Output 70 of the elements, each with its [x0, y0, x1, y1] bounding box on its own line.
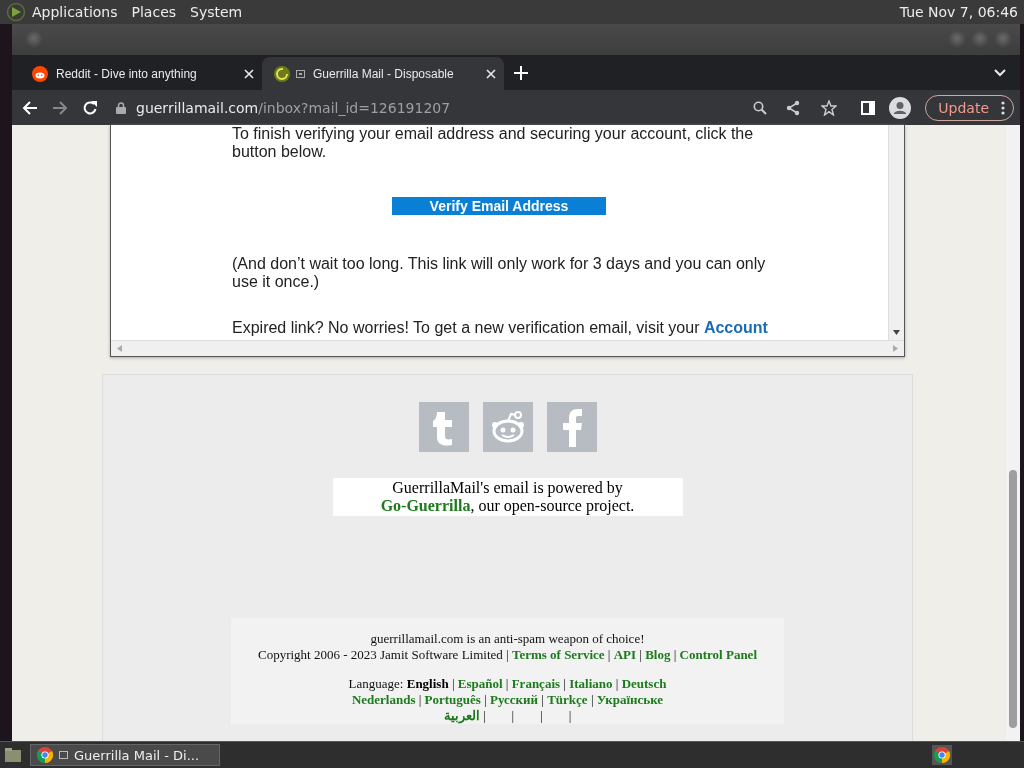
language-option[interactable]: English [406, 676, 449, 691]
email-paragraph: Expired link? No worries! To get a new verification email, visit your Account [232, 319, 769, 337]
footer-link[interactable]: API [613, 647, 637, 662]
reload-icon[interactable] [82, 99, 98, 116]
panel-menu[interactable]: Places [131, 4, 177, 20]
language-label: Language: [348, 676, 404, 691]
go-guerrilla-link[interactable]: Go-Guerrilla [380, 497, 471, 514]
close-icon[interactable] [486, 68, 496, 79]
footer-link[interactable]: Blog [645, 647, 671, 662]
scroll-down-icon[interactable] [893, 330, 900, 335]
profile-avatar-icon[interactable] [889, 96, 912, 119]
more-icon[interactable] [1001, 100, 1005, 115]
address-bar[interactable]: guerrillamail.com/inbox?mail_id=126191207 [112, 93, 848, 122]
taskbar-button[interactable]: Guerrilla Mail - Di... [30, 744, 220, 766]
email-paragraph: (And don’t wait too long. This link will only work for 3 days and you can only use it once.) [232, 255, 767, 291]
separator: | [639, 647, 642, 662]
browser-logo-icon[interactable] [934, 747, 950, 763]
footer-link[interactable]: Control Panel [679, 647, 757, 662]
forward-icon[interactable] [52, 99, 68, 116]
star-icon[interactable] [821, 99, 838, 116]
back-icon[interactable] [22, 99, 38, 116]
side-panel-icon[interactable] [861, 100, 876, 115]
scrollbar[interactable] [1006, 125, 1020, 741]
language-option[interactable]: Italiano [569, 676, 613, 691]
language-option[interactable]: Українське [596, 692, 664, 707]
envelope-icon [296, 69, 305, 78]
close-icon[interactable] [244, 68, 254, 79]
language-option[interactable]: العربية [443, 708, 480, 723]
separator: | [506, 647, 509, 662]
copyright: Copyright 2006 - 2023 Jamit Software Limited [258, 647, 503, 662]
language-option[interactable]: Nederlands [351, 692, 416, 707]
browser-tab[interactable]: Guerrilla Mail - Disposable [262, 57, 504, 90]
language-option[interactable]: Français [511, 676, 561, 691]
browser-logo-icon[interactable] [37, 747, 53, 763]
separator: | [484, 692, 487, 707]
separator: | [418, 692, 422, 707]
show-desktop-icon[interactable] [4, 747, 22, 763]
account-settings-link[interactable]: Account [703, 319, 768, 336]
panel-menu[interactable]: Applications [32, 4, 118, 20]
verify-email-button[interactable]: Verify Email Address [392, 197, 606, 215]
chevron-down-icon[interactable] [994, 69, 1006, 77]
lock-icon [116, 101, 126, 114]
alien-face-icon [32, 65, 48, 82]
separator: | | | | [482, 708, 572, 723]
separator: | [541, 692, 544, 707]
language-option[interactable]: Русский [490, 692, 539, 707]
powered-by-text: GuerrillaMail's email is powered by Go-Guerrilla, our open-source project. [332, 478, 683, 516]
clock: Tue Nov 7, 06:46 [899, 4, 1018, 20]
separator: | [505, 676, 509, 691]
separator: | [615, 676, 619, 691]
separator: | [607, 647, 611, 662]
separator: | [563, 676, 566, 691]
share-icon[interactable] [785, 99, 802, 116]
browser-tab[interactable]: Reddit - Dive into anything [20, 57, 262, 90]
language-option[interactable]: Deutsch [621, 676, 667, 691]
envelope-icon [59, 751, 68, 759]
language-option[interactable]: Türkçe [547, 692, 588, 707]
email-paragraph: To finish verifying your email address and securing your account, click the button below. [232, 125, 755, 161]
language-option[interactable]: Português [424, 692, 481, 707]
panel-menu[interactable]: System [190, 4, 243, 20]
scrollbar[interactable] [888, 125, 904, 340]
separator: | [451, 676, 455, 691]
separator: | [590, 692, 594, 707]
search-icon[interactable] [753, 100, 768, 115]
tagline: guerrillamail.com is an anti-spam weapon of choice! [370, 631, 645, 646]
footer-link[interactable]: Terms of Service [511, 647, 605, 662]
menu-logo-icon[interactable] [6, 2, 26, 22]
new-tab-icon[interactable] [514, 66, 528, 80]
language-option[interactable]: Español [457, 676, 503, 691]
separator: | [673, 647, 677, 662]
